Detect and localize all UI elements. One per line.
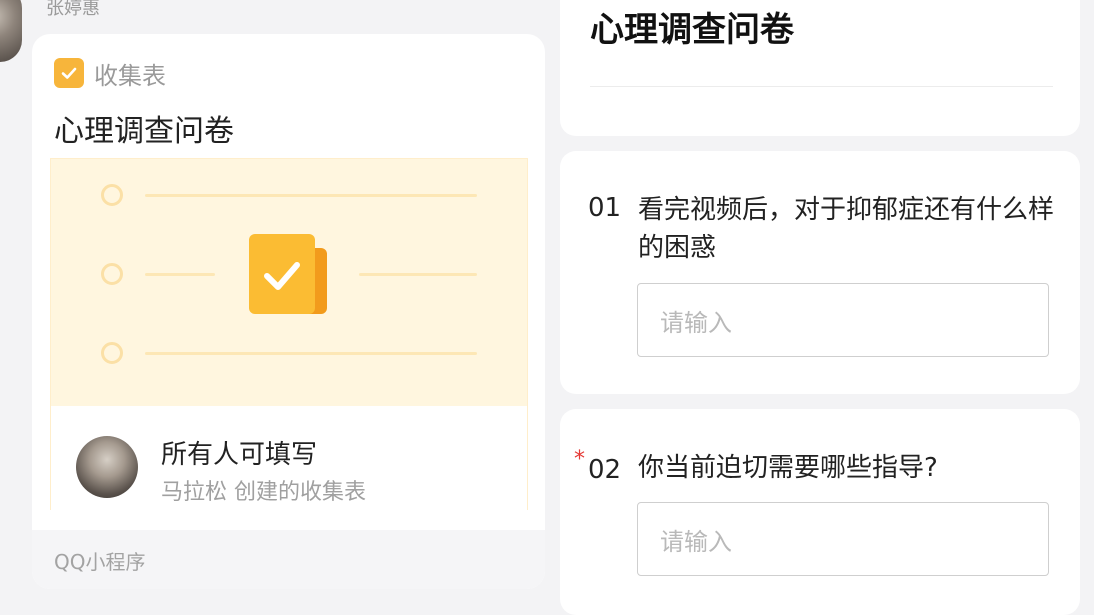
miniprogram-card[interactable]: 收集表 心理调查问卷 所有人可填写 马拉松 创建的收集表 QQ小程序 — [32, 34, 545, 589]
question-text: 看完视频后，对于抑郁症还有什么样的困惑 — [638, 195, 1055, 263]
sender-avatar[interactable] — [0, 0, 22, 62]
chat-panel: 张婷惠 收集表 心理调查问卷 所有人可填写 马拉松 创建的收集表 QQ小程序 — [0, 0, 560, 615]
miniprogram-source: QQ小程序 — [54, 550, 146, 574]
question-number: 01 — [588, 193, 622, 223]
form-title: 心理调查问卷 — [590, 10, 794, 50]
card-type-row: 收集表 — [54, 56, 166, 90]
answer-input[interactable]: 请输入 — [637, 502, 1049, 576]
sender-name: 张婷惠 — [46, 0, 100, 19]
title-divider — [590, 86, 1053, 87]
card-type-label: 收集表 — [94, 61, 166, 90]
checkbox-icon — [54, 58, 84, 88]
illustration-line — [359, 273, 477, 276]
question-number: 02 — [588, 455, 622, 485]
illustration-dot — [101, 184, 123, 206]
question-card-2: * 02 你当前迫切需要哪些指导? 请输入 — [560, 409, 1080, 615]
creator-line: 马拉松 创建的收集表 — [161, 480, 366, 505]
illustration-line — [145, 194, 477, 197]
document-check-icon — [249, 234, 327, 314]
illustration-line — [145, 273, 215, 276]
card-title: 心理调查问卷 — [54, 114, 234, 149]
card-footer: QQ小程序 — [32, 530, 545, 589]
answer-input[interactable]: 请输入 — [637, 283, 1049, 357]
illustration-dot — [101, 263, 123, 285]
form-illustration — [50, 158, 528, 407]
question-text: 你当前迫切需要哪些指导? — [638, 453, 938, 483]
form-header-card: 心理调查问卷 — [560, 0, 1080, 136]
illustration-line — [145, 352, 477, 355]
illustration-dot — [101, 342, 123, 364]
question-card-1: 01 看完视频后，对于抑郁症还有什么样的困惑 请输入 — [560, 151, 1080, 394]
required-mark: * — [574, 447, 585, 472]
creator-avatar — [76, 436, 138, 498]
creator-info: 所有人可填写 马拉松 创建的收集表 — [50, 406, 528, 510]
form-panel: 心理调查问卷 01 看完视频后，对于抑郁症还有什么样的困惑 请输入 * 02 你… — [560, 0, 1094, 615]
permission-label: 所有人可填写 — [161, 440, 318, 470]
